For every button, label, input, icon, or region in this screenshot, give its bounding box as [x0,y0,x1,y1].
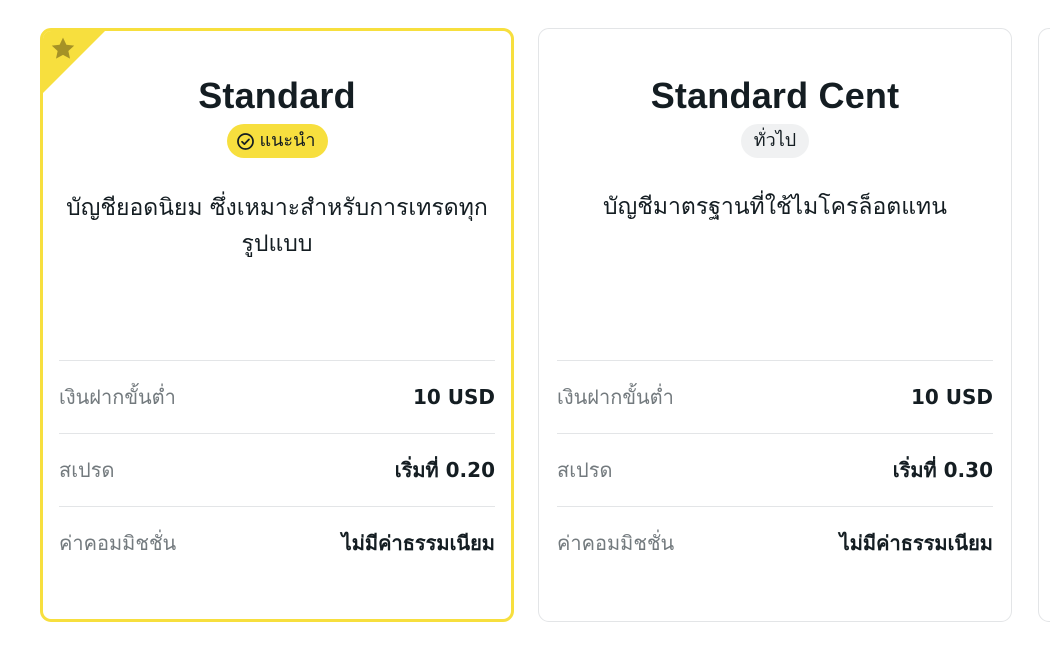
spec-value: 10 USD [910,385,993,409]
spec-row-min-deposit: เงินฝากขั้นต่ำ 10 USD [59,360,495,433]
spec-value: 10 USD [412,385,495,409]
card-title: Standard [198,75,356,116]
account-card-next-partial[interactable] [1038,28,1050,622]
spec-value: ไม่มีค่าธรรมเนียม [839,531,993,555]
card-header: Standard Cent ทั่วไป [539,75,1011,158]
spec-label: เงินฝากขั้นต่ำ [557,385,674,409]
spec-row-spread: สเปรด เริ่มที่ 0.30 [557,433,993,506]
spec-label: สเปรด [59,458,115,482]
spec-row-commission: ค่าคอมมิชชั่น ไม่มีค่าธรรมเนียม [59,506,495,579]
spec-row-commission: ค่าคอมมิชชั่น ไม่มีค่าธรรมเนียม [557,506,993,579]
spec-value: ไม่มีค่าธรรมเนียม [341,531,495,555]
account-card-standard[interactable]: Standard แนะนำ บัญชียอดนิยม ซึ่งเหมาะสำห… [40,28,514,622]
card-description: บัญชียอดนิยม ซึ่งเหมาะสำหรับการเทรดทุกรู… [66,195,488,257]
general-badge: ทั่วไป [740,124,810,158]
account-types-section: Standard แนะนำ บัญชียอดนิยม ซึ่งเหมาะสำห… [0,0,1050,650]
card-description: บัญชีมาตรฐานที่ใช้ไมโครล็อตแทน [603,194,947,220]
spec-value: เริ่มที่ 0.20 [394,458,495,482]
spec-label: ค่าคอมมิชชั่น [557,531,675,555]
badge-label: ทั่วไป [753,130,797,151]
star-icon [51,37,75,59]
spec-row-min-deposit: เงินฝากขั้นต่ำ 10 USD [557,360,993,433]
spec-row-spread: สเปรด เริ่มที่ 0.20 [59,433,495,506]
spec-label: สเปรด [557,458,613,482]
spec-label: เงินฝากขั้นต่ำ [59,385,176,409]
card-spec-list: เงินฝากขั้นต่ำ 10 USD สเปรด เริ่มที่ 0.3… [557,360,993,579]
card-title: Standard Cent [650,75,900,116]
badge-label: แนะนำ [259,130,316,151]
card-header: Standard แนะนำ [43,75,511,158]
check-circle-icon [236,132,254,150]
account-card-standard-cent[interactable]: Standard Cent ทั่วไป บัญชีมาตรฐานที่ใช้ไ… [538,28,1012,622]
spec-label: ค่าคอมมิชชั่น [59,531,177,555]
card-spec-list: เงินฝากขั้นต่ำ 10 USD สเปรด เริ่มที่ 0.2… [59,360,495,579]
spec-value: เริ่มที่ 0.30 [892,458,993,482]
recommended-badge: แนะนำ [226,124,328,158]
